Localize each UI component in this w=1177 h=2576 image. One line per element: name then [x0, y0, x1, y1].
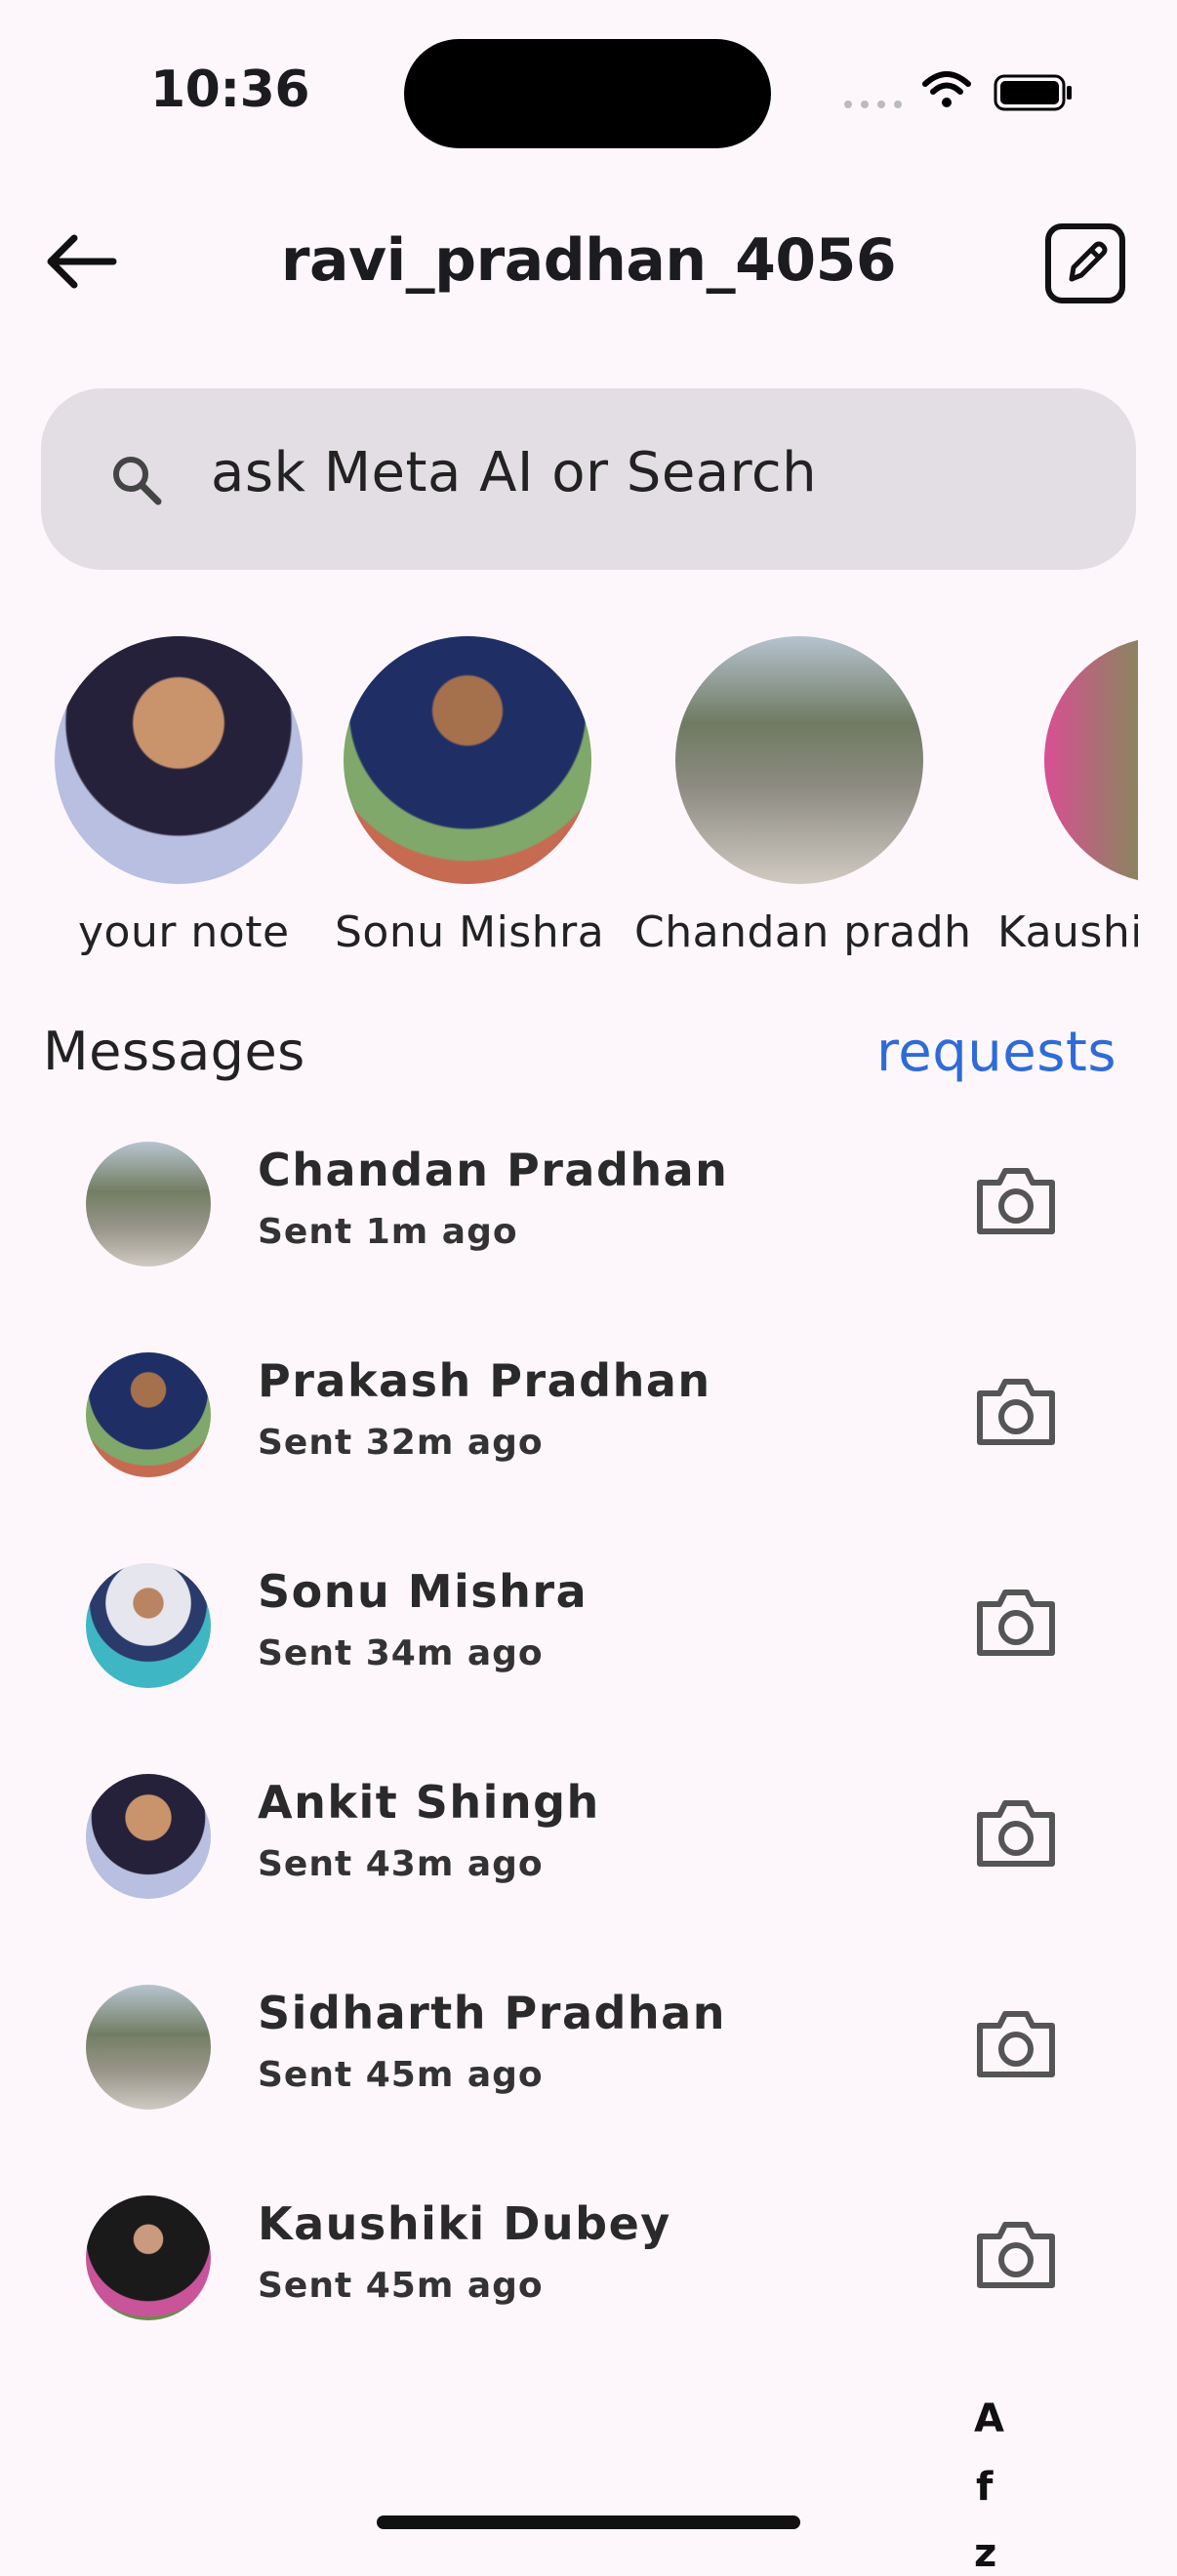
message-name: Prakash Pradhan [258, 1354, 711, 1407]
message-status: Sent 32m ago [258, 1423, 544, 1463]
compose-icon[interactable] [1044, 222, 1126, 304]
message-row[interactable]: Sidharth Pradhan Sent 45m ago [0, 1985, 1177, 2195]
cellular-signal-icon [844, 101, 902, 108]
index-letter[interactable]: f [976, 2465, 993, 2510]
note-avatar-your-note[interactable] [55, 636, 303, 884]
note-label: Chandan pradh [634, 907, 972, 957]
avatar [86, 2195, 211, 2320]
message-row[interactable]: Prakash Pradhan Sent 32m ago [0, 1352, 1177, 1563]
message-status: Sent 45m ago [258, 2266, 544, 2306]
message-row[interactable]: Ankit Shingh Sent 43m ago [0, 1774, 1177, 1985]
message-name: Chandan Pradhan [258, 1144, 729, 1196]
avatar [86, 1563, 211, 1688]
message-status: Sent 43m ago [258, 1844, 544, 1884]
battery-icon [994, 74, 1072, 111]
message-name: Sidharth Pradhan [258, 1987, 726, 2039]
notes-carousel[interactable]: your note Sonu Mishra Chandan pradh Kaus… [0, 624, 1138, 976]
note-avatar-sonu-mishra[interactable] [344, 636, 591, 884]
home-indicator [377, 2516, 800, 2529]
camera-icon[interactable] [972, 2215, 1060, 2293]
status-time: 10:36 [150, 60, 310, 119]
search-input[interactable]: ask Meta AI or Search [211, 441, 817, 504]
avatar [86, 1985, 211, 2110]
note-label: Sonu Mishra [335, 907, 605, 957]
message-name: Kaushiki Dubey [258, 2197, 671, 2250]
message-row[interactable]: Chandan Pradhan Sent 1m ago [0, 1142, 1177, 1352]
avatar [86, 1774, 211, 1899]
message-name: Ankit Shingh [258, 1776, 600, 1829]
camera-icon[interactable] [972, 1161, 1060, 1239]
message-status: Sent 1m ago [258, 1212, 518, 1252]
note-avatar-kaushi[interactable] [1044, 636, 1138, 884]
avatar [86, 1142, 211, 1267]
wifi-icon [922, 71, 971, 107]
messages-heading: Messages [43, 1021, 305, 1082]
requests-link[interactable]: requests [876, 1021, 1116, 1084]
camera-icon[interactable] [972, 1793, 1060, 1872]
index-letter[interactable]: z [974, 2531, 996, 2576]
camera-icon[interactable] [972, 2004, 1060, 2082]
message-status: Sent 34m ago [258, 1633, 544, 1673]
index-letter[interactable]: A [974, 2396, 1004, 2441]
message-name: Sonu Mishra [258, 1565, 588, 1618]
page-title: ravi_pradhan_4056 [280, 226, 897, 295]
note-avatar-chandan-pradh[interactable] [675, 636, 923, 884]
note-label: your note [78, 907, 290, 957]
camera-icon[interactable] [972, 1583, 1060, 1661]
camera-icon[interactable] [972, 1372, 1060, 1450]
message-row[interactable]: Kaushiki Dubey Sent 45m ago [0, 2195, 1177, 2406]
message-status: Sent 45m ago [258, 2055, 544, 2095]
avatar [86, 1352, 211, 1477]
dynamic-island [404, 39, 771, 148]
note-label: Kaushi [997, 907, 1138, 957]
search-icon [113, 457, 162, 505]
message-row[interactable]: Sonu Mishra Sent 34m ago [0, 1563, 1177, 1774]
